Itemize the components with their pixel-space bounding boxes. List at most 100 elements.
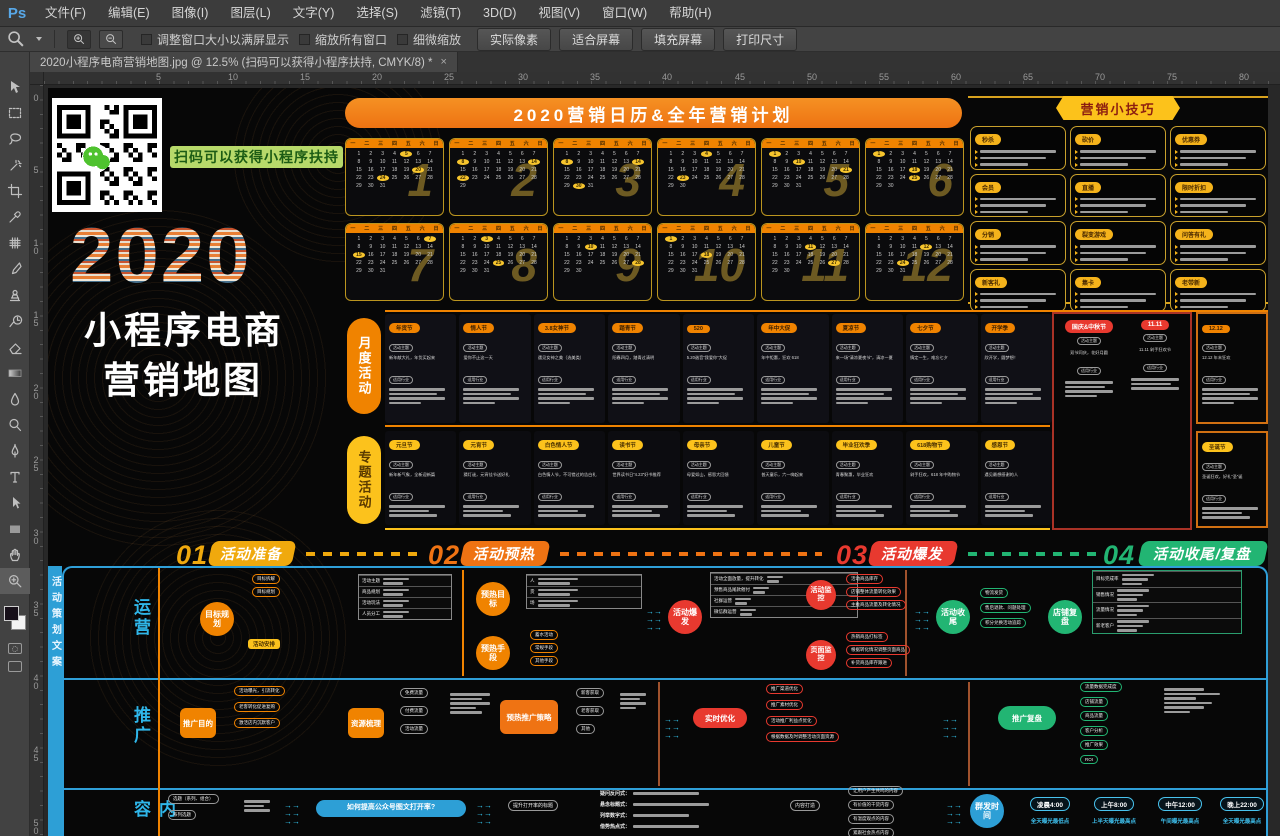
day-grid: 1234567891011121314151617181920212223242… [450, 148, 547, 189]
monthly-cards: 年货节 活动主题 新年献大礼，年货买起来 适用行业 情人节 活动主题 爱你不止这… [385, 314, 1052, 423]
promo-review-notes [1164, 688, 1220, 713]
foreground-color[interactable] [4, 606, 19, 621]
shape-tool[interactable] [0, 516, 30, 542]
menu-item[interactable]: 滤镜(T) [409, 0, 472, 27]
bullet-icon [975, 204, 978, 208]
quick-mask-icon[interactable] [8, 643, 22, 654]
type-tool[interactable] [0, 464, 30, 490]
tab-close-icon[interactable]: × [441, 56, 447, 68]
magic-wand-tool[interactable] [0, 152, 30, 178]
menu-item[interactable]: 窗口(W) [591, 0, 658, 27]
crop-tool[interactable] [0, 178, 30, 204]
activity-card: 3.8女神节 活动主题 遇见女神之美（选美类） 适用行业 [534, 314, 605, 423]
theme-label: 活动主题 [612, 344, 636, 352]
zoom-tool[interactable] [0, 568, 30, 594]
gradient-tool[interactable] [0, 360, 30, 386]
menu-item[interactable]: 编辑(E) [97, 0, 161, 27]
menu-item[interactable]: 视图(V) [527, 0, 591, 27]
checkbox-box[interactable] [299, 34, 310, 45]
dropdown-caret-icon[interactable] [36, 37, 42, 41]
column-divider [462, 570, 464, 676]
node-closeout: 活动收尾 [936, 600, 970, 634]
day-grid: 1234567891011121314151617181920212223242… [866, 233, 963, 274]
hand-tool[interactable] [0, 542, 30, 568]
tip-label: 优惠券 [1175, 134, 1207, 145]
option-button[interactable]: 实际像素 [477, 28, 551, 51]
activity-card: 618购物节 活动主题 剁手狂欢，618 年中购物节 适用行业 [906, 431, 977, 525]
dodge-tool[interactable] [0, 412, 30, 438]
weekday-header: 一二三四五六日 [450, 139, 547, 148]
zoom-tool-icon[interactable] [6, 30, 26, 48]
bullet-icon [1175, 204, 1178, 208]
promo-review-pill: 店铺流量 [1080, 697, 1108, 707]
qr-code [52, 98, 162, 212]
weekday-header: 一二三四五六日 [762, 224, 859, 233]
theme-label: 活动主题 [836, 461, 860, 469]
option-checkbox[interactable]: 调整窗口大小以满屏显示 [141, 31, 289, 48]
activity-title: 情人节 [463, 323, 494, 333]
tip-card: 砍价 [1070, 126, 1166, 170]
flow-arrows-icon [942, 716, 958, 740]
weekday-header: 一二三四五六日 [554, 139, 651, 148]
path-select-tool[interactable] [0, 490, 30, 516]
bullet-icon [975, 150, 978, 154]
marquee-tool[interactable] [0, 100, 30, 126]
ruler-number: 5 [156, 72, 161, 82]
preheat-goal-row: 人 [527, 575, 641, 586]
vertical-ruler[interactable]: 05101520253035404550 [30, 85, 44, 836]
brush-tool[interactable] [0, 256, 30, 282]
option-checkbox[interactable]: 细微缩放 [397, 31, 461, 48]
flow-arrows-icon [646, 608, 662, 632]
menu-item[interactable]: 图层(L) [219, 0, 281, 27]
bullet-icon [1175, 150, 1178, 154]
menu-item[interactable]: 文件(F) [34, 0, 97, 27]
bullet-icon [1175, 197, 1178, 201]
eraser-tool[interactable] [0, 334, 30, 360]
title-method-pill: 提升打开率的标题 [508, 800, 558, 811]
menu-item[interactable]: 3D(D) [472, 0, 527, 27]
theme-label: 活动主题 [836, 344, 860, 352]
document-tab[interactable]: 2020小程序电商营销地图.jpg @ 12.5% (扫码可以获得小程序扶持, … [30, 52, 458, 72]
strategy-notes [620, 693, 646, 709]
canvas-document[interactable]: 扫码可以获得小程序扶持 2020 小程序电商 营销地图 2020营销日历&全年营… [48, 88, 1268, 836]
eyedropper-tool[interactable] [0, 204, 30, 230]
horizontal-ruler[interactable]: 5101520253035404550556065707580 [44, 72, 1280, 85]
color-swatches[interactable] [0, 602, 30, 636]
option-button[interactable]: 打印尺寸 [723, 28, 797, 51]
menu-item[interactable]: 图像(I) [161, 0, 220, 27]
industry-label: 适用行业 [612, 376, 636, 384]
bullet-icon [975, 305, 978, 309]
clone-stamp-tool[interactable] [0, 282, 30, 308]
menu-item[interactable]: 选择(S) [345, 0, 409, 27]
move-tool[interactable] [0, 74, 30, 100]
healing-brush-tool[interactable] [0, 230, 30, 256]
option-checkbox[interactable]: 缩放所有窗口 [299, 31, 387, 48]
node-burst: 活动爆发 [668, 600, 702, 634]
theme-label: 活动主题 [985, 344, 1009, 352]
menu-item[interactable]: 文字(Y) [282, 0, 346, 27]
theme-text: 母爱如山，感恩大回馈 [687, 472, 750, 482]
ruler-corner [30, 72, 44, 85]
month-card: 一二三四五六日 6 123456789101112131415161718192… [865, 138, 964, 216]
tip-card: 裂变游戏 [1070, 221, 1166, 265]
bullet-icon [1075, 251, 1078, 255]
activity-title: 感恩节 [985, 440, 1016, 450]
screen-mode-icon[interactable] [8, 661, 22, 672]
menu-item[interactable]: 帮助(H) [658, 0, 722, 27]
activity-card: 元宵节 活动主题 猜灯谜，元宵佳节送好礼 适用行业 [459, 431, 530, 525]
zoom-out-button[interactable] [99, 30, 123, 49]
optimize-pill: 推广素材优化 [766, 700, 803, 710]
history-brush-tool[interactable] [0, 308, 30, 334]
ruler-number: 65 [1023, 72, 1033, 82]
burst-row: 活动全面放量，提升转化 [711, 573, 857, 584]
pen-tool[interactable] [0, 438, 30, 464]
zoom-in-button[interactable] [67, 30, 91, 49]
option-button[interactable]: 适合屏幕 [559, 28, 633, 51]
blur-tool[interactable] [0, 386, 30, 412]
option-button[interactable]: 填充屏幕 [641, 28, 715, 51]
monitor-pill: 活动商品库存 [846, 574, 883, 584]
lasso-tool[interactable] [0, 126, 30, 152]
theme-text: 新年新气象，全新迎新篇 [389, 472, 452, 482]
checkbox-box[interactable] [141, 34, 152, 45]
checkbox-box[interactable] [397, 34, 408, 45]
